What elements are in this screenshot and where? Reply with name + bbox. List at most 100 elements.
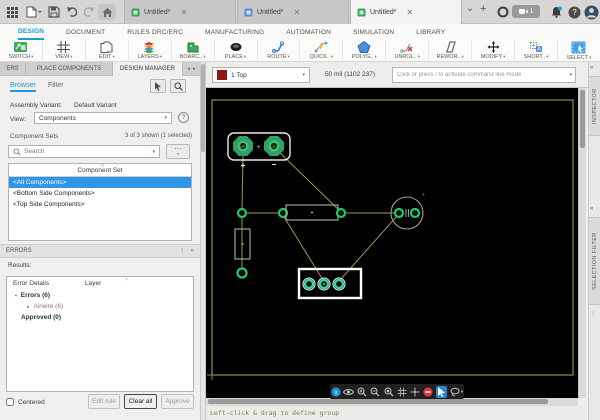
command-line[interactable]: ▾ [392, 67, 576, 83]
view-select[interactable]: Components ▾ [34, 112, 172, 124]
component-set-row-bottom[interactable]: <Bottom Side Components> [9, 188, 191, 199]
header-pad-1[interactable] [302, 277, 316, 291]
component-set-row-top[interactable]: <Top Side Components> [9, 199, 191, 210]
help-icon[interactable]: ? [566, 4, 582, 20]
canvas-vertical-scrollbar[interactable] [578, 88, 586, 398]
menu-item-automation[interactable]: AUTOMATION [286, 24, 331, 40]
inspector-tab[interactable]: INSPECTOR [589, 76, 600, 136]
diode-pad[interactable] [236, 267, 248, 279]
menu-item-design[interactable]: DESIGN [18, 24, 45, 40]
visibility-button[interactable] [343, 386, 355, 398]
centered-checkbox[interactable] [6, 398, 14, 406]
panel-tab-place-components[interactable]: PLACE COMPONENTS [26, 62, 113, 76]
scrollbar-thumb[interactable] [201, 64, 205, 152]
menu-item-manufacturing[interactable]: MANUFACTURING [205, 24, 264, 40]
menu-item-document[interactable]: DOCUMENT [66, 24, 105, 40]
more-options-button[interactable]: ⋯ ▾ [166, 144, 190, 159]
column-error-details[interactable]: Error Details [7, 280, 85, 287]
tool-polygon[interactable]: POLYG.. [343, 40, 387, 61]
tab-overflow-chevron-icon[interactable]: ⌄ [466, 3, 474, 14]
document-tab-1[interactable]: Untitled* ✕ [124, 0, 236, 24]
crosshair-button[interactable] [409, 386, 420, 398]
sync-status-icon[interactable] [495, 4, 511, 20]
subtab-filter[interactable]: Filter [48, 82, 64, 89]
view-help-icon[interactable]: ? [178, 112, 189, 123]
zoom-out-button[interactable] [370, 386, 381, 398]
select-mode-button[interactable] [435, 385, 447, 398]
layer-select[interactable]: 1 Top ▾ [212, 67, 310, 83]
menu-item-rules[interactable]: RULES DRC/ERC [127, 24, 183, 40]
selection-filter-tab[interactable]: SELECTION FILTER [589, 217, 600, 305]
via-pad[interactable] [236, 207, 248, 219]
tool-select[interactable]: SELECT [558, 40, 600, 61]
error-tree-airwire[interactable]: ▸ Airwire (6) [7, 301, 193, 312]
approve-button[interactable]: Approve [161, 394, 194, 409]
app-grid-icon[interactable] [4, 4, 20, 20]
pcb-canvas[interactable]: PWR+1 PWR-1 + + − + [206, 88, 578, 398]
canvas-horizontal-scrollbar[interactable] [206, 398, 578, 406]
tool-quick-route[interactable]: QUICK.. [300, 40, 344, 61]
resistor-component[interactable] [277, 204, 347, 221]
menu-item-simulation[interactable]: SIMULATION [353, 24, 394, 40]
panel-tab-design-manager[interactable]: DESIGN MANAGER [113, 62, 183, 76]
resistor-pad-right[interactable] [335, 207, 347, 219]
header-pad-3[interactable] [332, 277, 346, 291]
tool-place[interactable]: PLACE [215, 40, 258, 61]
new-file-icon[interactable] [24, 4, 44, 20]
error-tree-root[interactable]: ▪ Errors (6) [7, 290, 193, 301]
live-update-badge[interactable]: 1 [512, 5, 540, 18]
scrollbar-thumb[interactable] [580, 90, 585, 148]
tool-view[interactable]: VIEW [43, 40, 86, 61]
search-input[interactable] [24, 148, 150, 155]
tool-modify[interactable]: MODIFY [472, 40, 516, 61]
document-tab-2[interactable]: Untitled* ✕ [237, 0, 349, 24]
component-set-row-all[interactable]: <All Components> [9, 177, 191, 188]
led-pad-cathode[interactable] [409, 207, 421, 219]
info-button[interactable]: i [330, 386, 341, 398]
close-icon[interactable]: ✕ [406, 8, 413, 17]
errors-section-header[interactable]: ERRORS ⋮ « [0, 244, 200, 258]
tab-scroll-right-icon[interactable]: ▸ [193, 66, 196, 72]
close-icon[interactable]: ✕ [293, 8, 300, 17]
zoom-select-button[interactable] [170, 79, 186, 93]
tool-unroute[interactable]: UNROL.. [386, 40, 430, 61]
tab-scroll-left-icon[interactable]: ◂ [187, 66, 190, 72]
close-icon[interactable]: ✕ [180, 8, 187, 17]
save-icon[interactable] [46, 4, 62, 20]
tool-route[interactable]: ROUTE [258, 40, 301, 61]
avatar[interactable] [583, 4, 599, 20]
led-component[interactable]: + [390, 192, 425, 230]
expand-selection-filter-icon[interactable]: « [590, 206, 593, 212]
tool-shortcuts[interactable]: + A SHORT.. [515, 40, 558, 61]
more-panels-icon[interactable]: ⋮ [590, 310, 596, 317]
tool-edit[interactable]: EDIT [86, 40, 129, 61]
column-layer[interactable]: Layer [85, 280, 101, 287]
airwires[interactable] [241, 150, 398, 281]
remove-button[interactable] [423, 386, 434, 398]
notifications-bell-icon[interactable] [548, 4, 564, 20]
document-tab-3-active[interactable]: Untitled* ✕ [350, 0, 462, 24]
panel-tab-layers[interactable]: ERS [0, 62, 26, 76]
command-line-input[interactable] [393, 72, 567, 78]
pick-select-button[interactable] [150, 79, 166, 93]
zoom-fit-button[interactable] [383, 386, 394, 398]
new-tab-plus-icon[interactable]: + [480, 3, 486, 15]
search-box[interactable]: ▾ [8, 145, 160, 158]
tool-layers[interactable]: LAYERS [129, 40, 172, 61]
tool-board[interactable]: BOARC.. [172, 40, 215, 61]
menu-item-library[interactable]: LIBRARY [416, 24, 445, 40]
power-terminal-component[interactable]: PWR+1 PWR-1 + + − [227, 132, 291, 170]
tool-rework[interactable]: REWOR.. [429, 40, 473, 61]
collapse-section-icon[interactable]: « [191, 248, 194, 254]
zoom-in-button[interactable] [356, 386, 367, 398]
kebab-menu-icon[interactable]: ⋮ [179, 247, 186, 255]
tool-switch[interactable]: SWITCH [0, 40, 43, 61]
centered-checkbox-label[interactable]: Centered [6, 398, 45, 406]
pin-header-component-selected[interactable] [297, 267, 363, 300]
home-icon[interactable] [98, 4, 116, 20]
clear-all-button[interactable]: Clear all [124, 394, 157, 409]
edit-rule-button[interactable]: Edit rule [88, 394, 120, 409]
undo-icon[interactable] [64, 4, 80, 20]
scrollbar-thumb[interactable] [208, 399, 548, 404]
lasso-select-button[interactable]: ▾ [449, 386, 464, 398]
